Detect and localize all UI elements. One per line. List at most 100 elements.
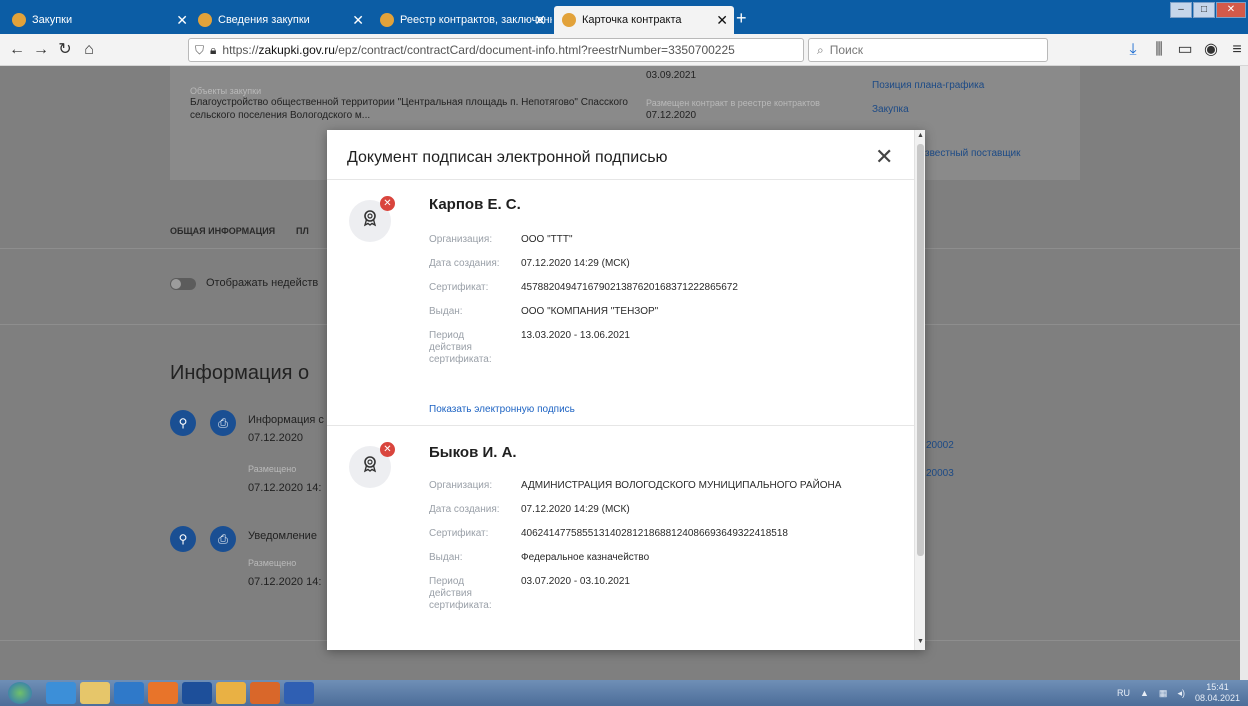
download-icon[interactable]: ⤓ — [1124, 41, 1142, 59]
clock[interactable]: 15:41 08.04.2021 — [1195, 682, 1240, 704]
sidebar-icon[interactable]: ▭ — [1176, 41, 1194, 59]
medal-icon — [363, 456, 377, 473]
objects-text: Благоустройство общественной территории … — [190, 97, 628, 121]
search-box[interactable]: ⌕ Поиск — [808, 38, 1048, 62]
mail-icon[interactable] — [216, 682, 246, 704]
new-tab-icon[interactable]: + — [736, 8, 747, 29]
print-icon[interactable]: ⎙ — [210, 410, 236, 436]
signer-block: ✕ Быков И. А. Организация: АДМИНИСТРАЦИЯ … — [327, 426, 914, 650]
scroll-down-icon[interactable]: ▼ — [917, 638, 924, 645]
tray-arrow-icon[interactable]: ▲ — [1140, 688, 1149, 698]
explorer-icon[interactable] — [80, 682, 110, 704]
start-icon[interactable] — [8, 682, 32, 704]
tab-contract-card[interactable]: Карточка контракта ✕ — [554, 6, 734, 34]
url-prefix: https:// — [222, 43, 259, 57]
tab-purchase-info[interactable]: Сведения закупки ✕ — [190, 6, 370, 34]
site-emblem-icon — [562, 13, 576, 27]
doc2-title[interactable]: Уведомление — [248, 530, 317, 542]
close-icon[interactable]: ✕ — [875, 144, 893, 170]
dialog-header: Документ подписан электронной подписью ✕ — [327, 130, 915, 180]
clock-date: 08.04.2021 — [1194, 693, 1240, 703]
close-tab-icon[interactable]: ✕ — [716, 12, 728, 29]
doc2-placed: 07.12.2020 14: — [248, 576, 322, 588]
signer-name: Карпов Е. С. — [429, 196, 521, 213]
view-icon[interactable]: ⚲ — [170, 526, 196, 552]
scroll-thumb[interactable] — [917, 144, 924, 556]
tab-label: Реестр контрактов, заключенн — [400, 14, 552, 26]
browser-tab-strip: Закупки ✕ Сведения закупки ✕ Реестр конт… — [0, 0, 1248, 34]
tab-label: Карточка контракта — [582, 14, 682, 26]
system-tray: RU ▲ ▦ ◂) 15:41 08.04.2021 — [1117, 682, 1240, 704]
maximize-icon[interactable]: □ — [1193, 2, 1215, 18]
doc1-date: 07.12.2020 — [248, 432, 304, 444]
language-indicator[interactable]: RU — [1117, 688, 1130, 698]
taskbar: RU ▲ ▦ ◂) 15:41 08.04.2021 — [0, 680, 1248, 706]
scroll-up-icon[interactable]: ▲ — [917, 132, 924, 139]
supplier-link[interactable]: звестный поставщик — [925, 148, 1021, 159]
home-icon[interactable]: ⌂ — [80, 41, 98, 59]
globe-icon[interactable] — [182, 682, 212, 704]
doc1-title[interactable]: Информация с — [248, 414, 324, 426]
close-tab-icon[interactable]: ✕ — [176, 12, 188, 29]
address-bar[interactable]: ⛉ 🔒︎ https://zakupki.gov.ru/epz/contract… — [188, 38, 804, 62]
doc-number-link[interactable]: 20002 — [926, 440, 954, 451]
doc2-placed-label: Размещено — [248, 558, 297, 568]
signer-name: Быков И. А. — [429, 444, 517, 461]
toggle-label: Отображать недейств — [206, 277, 319, 289]
firefox-icon[interactable] — [148, 682, 178, 704]
site-emblem-icon — [380, 13, 394, 27]
back-icon[interactable]: ← — [8, 41, 26, 59]
navigation-bar: ← → ↻ ⌂ ⛉ 🔒︎ https://zakupki.gov.ru/epz/… — [0, 34, 1248, 66]
site-emblem-icon — [198, 13, 212, 27]
url-host: zakupki.gov.ru — [258, 43, 335, 57]
lock-icon: 🔒︎ — [210, 42, 217, 57]
close-tab-icon[interactable]: ✕ — [352, 12, 364, 29]
signer-block: ✕ Карпов Е. С. Организация: ООО "ТТТ" Дат… — [327, 180, 914, 425]
tab-contract-registry[interactable]: Реестр контрактов, заключенн ✕ — [372, 6, 552, 34]
view-icon[interactable]: ⚲ — [170, 410, 196, 436]
forward-icon[interactable]: → — [32, 41, 50, 59]
doc1-placed: 07.12.2020 14: — [248, 482, 322, 494]
search-placeholder: Поиск — [829, 43, 863, 57]
outlook-icon[interactable] — [114, 682, 144, 704]
placed-date: 07.12.2020 — [646, 110, 697, 121]
invalid-signature-icon: ✕ — [380, 442, 395, 457]
tab-label: Сведения закупки — [218, 14, 310, 26]
medal-icon — [363, 210, 377, 227]
reload-icon[interactable]: ↻ — [56, 41, 74, 59]
account-icon[interactable]: ◉ — [1202, 41, 1220, 59]
doc-number-link[interactable]: 20003 — [926, 468, 954, 479]
certificate-icon: ✕ — [349, 196, 395, 242]
tab-next[interactable]: ПЛ — [296, 226, 309, 236]
search-icon: ⌕ — [817, 42, 824, 57]
menu-icon[interactable]: ≡ — [1228, 41, 1246, 59]
certificate-icon: ✕ — [349, 442, 395, 488]
tab-label: Закупки — [32, 14, 73, 26]
clock-time: 15:41 — [1206, 682, 1229, 692]
close-tab-icon[interactable]: ✕ — [534, 12, 546, 29]
signature-dialog: Документ подписан электронной подписью ✕… — [327, 130, 925, 650]
show-signature-link[interactable]: Показать электронную подпись — [429, 404, 575, 415]
dialog-scrollbar[interactable]: ▲ ▼ — [914, 130, 925, 650]
volume-icon[interactable]: ◂) — [1177, 688, 1185, 699]
purchase-link[interactable]: Закупка — [872, 104, 909, 115]
app-icon[interactable] — [250, 682, 280, 704]
network-icon[interactable]: ▦ — [1159, 688, 1168, 699]
placed-label: Размещен контракт в реестре контрактов — [646, 98, 820, 108]
library-icon[interactable]: ⫼ — [1150, 41, 1168, 59]
tab-general-info[interactable]: ОБЩАЯ ИНФОРМАЦИЯ — [170, 226, 275, 236]
minimize-icon[interactable]: – — [1170, 2, 1192, 18]
print-icon[interactable]: ⎙ — [210, 526, 236, 552]
ie-icon[interactable] — [46, 682, 76, 704]
plan-position-link[interactable]: Позиция плана-графика — [872, 80, 984, 91]
section-title: Информация о — [170, 362, 310, 384]
tab-zakupki[interactable]: Закупки ✕ — [4, 6, 194, 34]
page-scrollbar[interactable] — [1240, 66, 1248, 680]
objects-label: Объекты закупки — [190, 86, 262, 96]
url-path: /epz/contract/contractCard/document-info… — [334, 43, 735, 57]
doc1-placed-label: Размещено — [248, 464, 297, 474]
close-window-icon[interactable]: ✕ — [1216, 2, 1246, 18]
invalid-signature-icon: ✕ — [380, 196, 395, 211]
show-inactive-toggle[interactable] — [170, 278, 196, 290]
word-icon[interactable] — [284, 682, 314, 704]
